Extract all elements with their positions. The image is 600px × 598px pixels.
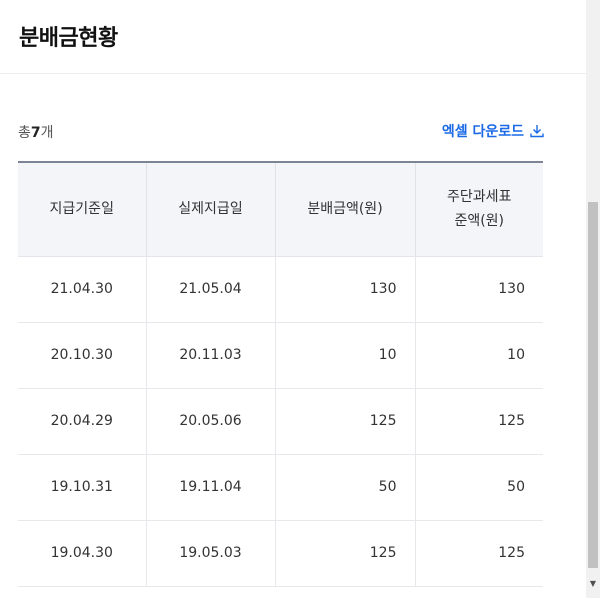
scroll-down-arrow-icon[interactable]: ▼ (586, 576, 600, 590)
cell-tax-base: 125 (415, 388, 543, 455)
total-count-prefix: 총 (18, 125, 31, 141)
cell-base-date: 19.10.31 (18, 454, 147, 521)
table-row: 21.04.30 21.05.04 130 130 (18, 256, 543, 323)
cell-base-date: 20.10.30 (18, 322, 147, 389)
table-row: 19.04.30 19.05.03 125 125 (18, 520, 543, 587)
cell-payment-date: 19.11.04 (146, 454, 276, 521)
table-row: 20.10.30 20.11.03 10 10 (18, 322, 543, 389)
excel-download-button[interactable]: 엑셀 다운로드 (442, 121, 544, 141)
vertical-scrollbar[interactable]: ▼ (586, 0, 600, 598)
total-count: 총7개 (18, 122, 54, 142)
download-icon (530, 125, 544, 138)
cell-payment-date: 19.05.03 (146, 520, 276, 587)
cell-base-date: 19.04.30 (18, 520, 147, 587)
cell-distribution-amount: 10 (275, 322, 416, 389)
table-header-row: 지급기준일 실제지급일 분배금액(원) 주단과세표 준액(원) (18, 162, 543, 257)
column-header-tax-base-line2: 준액(원) (454, 213, 505, 230)
table-row: 20.04.29 20.05.06 125 125 (18, 388, 543, 455)
scrollbar-thumb[interactable] (588, 202, 598, 568)
cell-tax-base: 130 (415, 256, 543, 323)
column-header-base-date: 지급기준일 (18, 162, 147, 257)
cell-payment-date: 21.05.04 (146, 256, 276, 323)
column-header-tax-base: 주단과세표 준액(원) (415, 162, 543, 257)
cell-tax-base: 50 (415, 454, 543, 521)
column-header-distribution-amount: 분배금액(원) (275, 162, 416, 257)
total-count-value: 7 (30, 125, 41, 141)
cell-distribution-amount: 50 (275, 454, 416, 521)
column-header-tax-base-line1: 주단과세표 (447, 189, 512, 206)
cell-payment-date: 20.11.03 (146, 322, 276, 389)
distribution-table: 지급기준일 실제지급일 분배금액(원) 주단과세표 준액(원) 21.04.30… (18, 161, 543, 587)
cell-base-date: 20.04.29 (18, 388, 147, 455)
excel-download-label: 엑셀 다운로드 (441, 124, 524, 140)
page-title: 분배금현황 (19, 26, 118, 51)
table-row: 19.10.31 19.11.04 50 50 (18, 454, 543, 521)
total-count-suffix: 개 (40, 125, 54, 141)
page: 분배금현황 총7개 엑셀 다운로드 지급기준일 실제지급일 분배금액(원) 주단… (0, 0, 600, 598)
cell-distribution-amount: 125 (275, 388, 416, 455)
cell-payment-date: 20.05.06 (146, 388, 276, 455)
page-header: 분배금현황 (0, 0, 600, 74)
cell-base-date: 21.04.30 (18, 256, 147, 323)
cell-tax-base: 125 (415, 520, 543, 587)
cell-distribution-amount: 125 (275, 520, 416, 587)
cell-distribution-amount: 130 (275, 256, 416, 323)
cell-tax-base: 10 (415, 322, 543, 389)
column-header-payment-date: 실제지급일 (146, 162, 276, 257)
